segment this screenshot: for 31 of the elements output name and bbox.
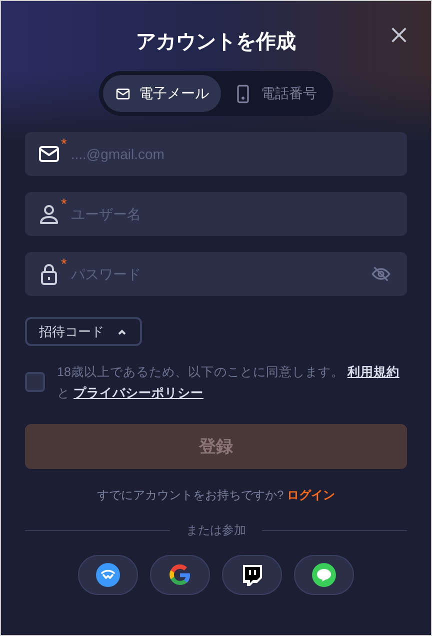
input-field[interactable]: * パスワード: [25, 252, 407, 296]
social-login-button[interactable]: [294, 555, 354, 595]
square-chat-logo-icon: [240, 563, 264, 587]
login-link[interactable]: ログイン: [287, 488, 336, 502]
text-input[interactable]: パスワード: [70, 264, 371, 284]
wave-logo-icon: [96, 563, 120, 587]
invite-code-toggle[interactable]: 招待コード: [25, 317, 142, 346]
chat-bubble-logo-icon: [312, 563, 336, 587]
agreement-text: 18歳以上であるため、以下のことに同意します。 利用規約 と プライバシーポリシー: [57, 364, 400, 402]
privacy-policy-link[interactable]: プライバシーポリシー: [73, 386, 204, 400]
envelope-icon: [115, 86, 131, 102]
terms-link[interactable]: 利用規約: [347, 365, 400, 379]
social-login-button[interactable]: [222, 555, 282, 595]
tab[interactable]: 電子メール: [103, 75, 221, 112]
required-mark: *: [61, 257, 67, 272]
login-prompt: すでにアカウントをお持ちですか? ログイン: [96, 487, 336, 504]
close-icon: [389, 25, 409, 45]
input-field[interactable]: * ....@gmail.com: [25, 132, 407, 176]
required-mark: *: [61, 197, 67, 212]
tab[interactable]: 電話番号: [221, 75, 329, 112]
social-login-button[interactable]: [78, 555, 138, 595]
user-icon: [37, 202, 61, 226]
text-input[interactable]: ユーザー名: [70, 204, 391, 224]
divider-label: または参加: [186, 522, 246, 539]
required-mark: *: [61, 137, 67, 152]
text-input[interactable]: ....@gmail.com: [70, 144, 391, 164]
eye-off-icon[interactable]: [371, 264, 391, 284]
agreement-checkbox[interactable]: [25, 372, 45, 392]
input-field[interactable]: * ユーザー名: [25, 192, 407, 236]
letter-g-logo-icon: [168, 563, 192, 587]
dialog-title: アカウントを作成: [136, 30, 296, 55]
